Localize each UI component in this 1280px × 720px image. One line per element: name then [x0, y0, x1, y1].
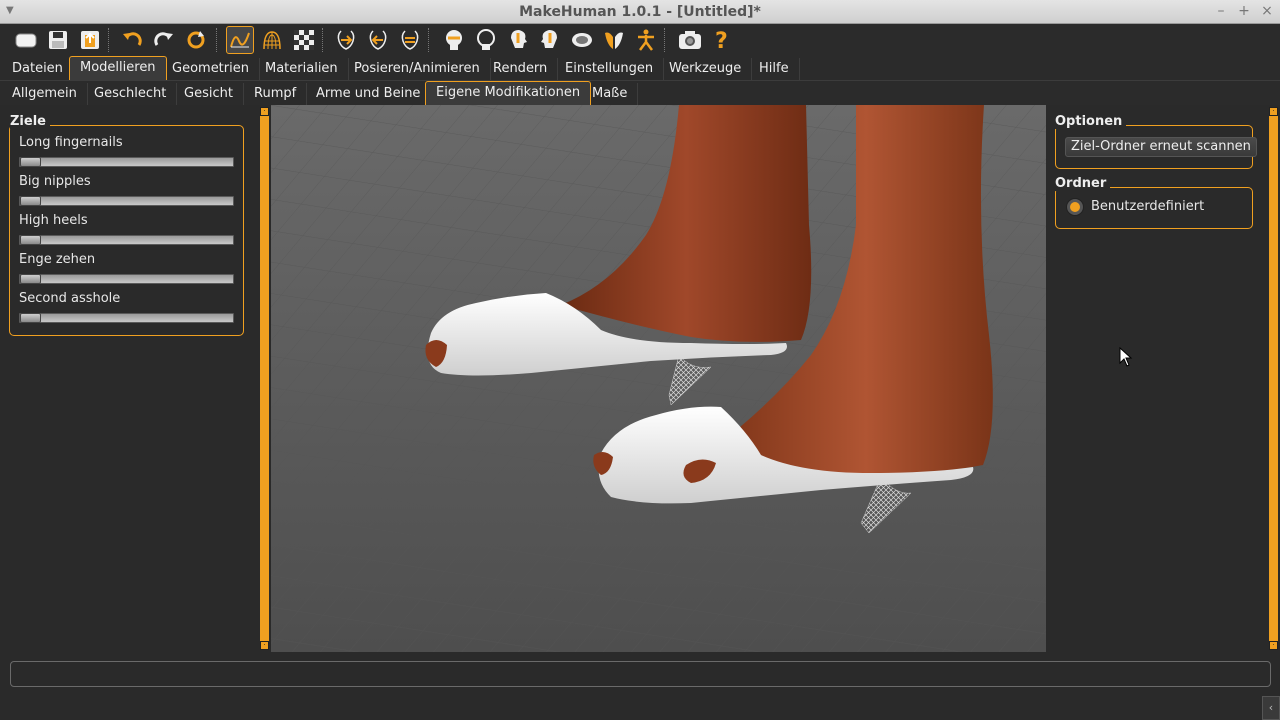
- reset-camera-icon[interactable]: [536, 26, 564, 54]
- maximize-icon[interactable]: +: [1236, 3, 1252, 19]
- subtab-geschlecht[interactable]: Geschlecht: [84, 83, 178, 105]
- tab-modellieren[interactable]: Modellieren: [69, 56, 167, 80]
- slider-handle[interactable]: [20, 157, 41, 167]
- main-tab-bar: Dateien Modellieren Geometrien Materiali…: [0, 56, 1280, 81]
- tab-hilfe[interactable]: Hilfe: [749, 58, 800, 80]
- slider-label-long-fingernails: Long fingernails: [19, 135, 123, 150]
- minimize-icon[interactable]: –: [1213, 3, 1229, 19]
- tab-werkzeuge[interactable]: Werkzeuge: [659, 58, 753, 80]
- slider-enge-zehen[interactable]: [19, 274, 234, 284]
- folder-group-title: Ordner: [1055, 176, 1111, 191]
- smooth-icon[interactable]: [226, 26, 254, 54]
- left-panel: Ziele Long fingernails Big nipples High …: [0, 105, 258, 652]
- slider-high-heels[interactable]: [19, 235, 234, 245]
- front-view-icon[interactable]: [332, 26, 360, 54]
- folder-radio-label: Benutzerdefiniert: [1091, 199, 1205, 214]
- svg-text:?: ?: [715, 29, 728, 52]
- top-view-icon[interactable]: [472, 26, 500, 54]
- slider-long-fingernails[interactable]: [19, 157, 234, 167]
- tab-rendern[interactable]: Rendern: [483, 58, 559, 80]
- slider-handle[interactable]: [20, 196, 41, 206]
- tab-einstellungen[interactable]: Einstellungen: [555, 58, 665, 80]
- targets-group-title: Ziele: [10, 114, 50, 129]
- slider-label-big-nipples: Big nipples: [19, 174, 91, 189]
- splitter-cap-top: ·: [1269, 107, 1278, 116]
- checker-background-icon[interactable]: [290, 26, 318, 54]
- slider-second-asshole[interactable]: [19, 313, 234, 323]
- close-icon[interactable]: ×: [1259, 3, 1275, 19]
- slider-handle[interactable]: [20, 235, 41, 245]
- splitter-cap-top: ·: [260, 107, 269, 116]
- options-group-title: Optionen: [1055, 114, 1127, 129]
- toolbar: ?: [0, 24, 1280, 56]
- symmetry-icon[interactable]: [600, 26, 628, 54]
- title-bar: ▼ MakeHuman 1.0.1 - [Untitled]* – + ×: [0, 0, 1280, 24]
- subtab-rumpf[interactable]: Rumpf: [244, 83, 308, 105]
- subtab-masse[interactable]: Maße: [582, 83, 639, 105]
- left-view-icon[interactable]: [396, 26, 424, 54]
- screenshot-icon[interactable]: [676, 26, 704, 54]
- slider-label-high-heels: High heels: [19, 213, 88, 228]
- bottom-view-icon[interactable]: [504, 26, 532, 54]
- skeleton-icon[interactable]: [632, 26, 660, 54]
- subtab-eigene-modifikationen[interactable]: Eigene Modifikationen: [425, 81, 592, 105]
- slider-label-second-asshole: Second asshole: [19, 291, 121, 306]
- save-icon[interactable]: [44, 26, 72, 54]
- undo-icon[interactable]: [118, 26, 146, 54]
- sub-tab-bar: Allgemein Geschlecht Gesicht Rumpf Arme …: [0, 81, 1280, 105]
- global-camera-icon[interactable]: [568, 26, 596, 54]
- 3d-viewport[interactable]: [271, 105, 1046, 652]
- left-splitter[interactable]: · ·: [260, 107, 269, 650]
- splitter-cap-bottom: ·: [260, 641, 269, 650]
- splitter-cap-bottom: ·: [1269, 641, 1278, 650]
- slider-label-enge-zehen: Enge zehen: [19, 252, 96, 267]
- export-icon[interactable]: [76, 26, 104, 54]
- subtab-gesicht[interactable]: Gesicht: [174, 83, 244, 105]
- collapse-arrow-icon[interactable]: ‹: [1262, 696, 1280, 720]
- tab-geometrien[interactable]: Geometrien: [162, 58, 260, 80]
- back-view-icon[interactable]: [364, 26, 392, 54]
- slider-big-nipples[interactable]: [19, 196, 234, 206]
- rescan-targets-button[interactable]: Ziel-Ordner erneut scannen: [1065, 137, 1257, 157]
- mouse-cursor-icon: [1119, 346, 1133, 371]
- tab-posieren-animieren[interactable]: Posieren/Animieren: [344, 58, 491, 80]
- status-bar: [10, 661, 1271, 687]
- redo-icon[interactable]: [150, 26, 178, 54]
- scene-render: [271, 105, 1046, 652]
- subtab-allgemein[interactable]: Allgemein: [2, 83, 88, 105]
- help-icon[interactable]: ?: [708, 26, 736, 54]
- tab-dateien[interactable]: Dateien: [2, 58, 74, 80]
- subtab-arme-und-beine[interactable]: Arme und Beine: [306, 83, 432, 105]
- wireframe-icon[interactable]: [258, 26, 286, 54]
- open-file-icon[interactable]: [12, 26, 40, 54]
- right-view-icon[interactable]: [440, 26, 468, 54]
- slider-handle[interactable]: [20, 313, 41, 323]
- slider-handle[interactable]: [20, 274, 41, 284]
- tab-materialien[interactable]: Materialien: [255, 58, 349, 80]
- reset-icon[interactable]: [182, 26, 210, 54]
- folder-radio-custom[interactable]: [1066, 198, 1084, 216]
- window-title: MakeHuman 1.0.1 - [Untitled]*: [519, 4, 761, 20]
- right-panel: Optionen Ziel-Ordner erneut scannen Ordn…: [1046, 105, 1266, 652]
- right-splitter[interactable]: · ·: [1269, 107, 1278, 650]
